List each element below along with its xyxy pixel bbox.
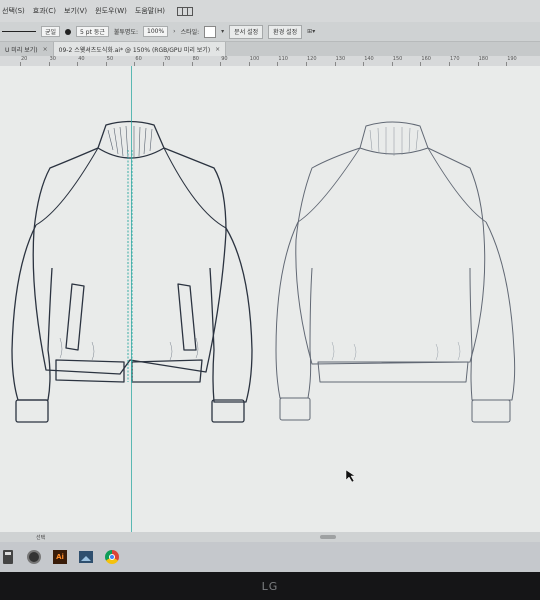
preferences-button[interactable]: 환경 설정 [268,24,303,39]
front-gathers [59,337,199,361]
jacket-flat-sketch[interactable] [0,66,540,532]
document-tab-bar: U 미리 보기) × 09-2 스웻셔츠도식화.ai* @ 150% (RGB/… [0,42,540,56]
document-setup-button[interactable]: 문서 설정 [229,24,264,39]
front-waistband-right [131,359,203,383]
tab-previous-document[interactable]: U 미리 보기) × [0,42,54,56]
close-icon[interactable]: × [43,46,48,53]
ruler-tick-label: 60 [135,56,142,62]
front-left-sleeve [11,224,53,401]
photos-icon[interactable] [26,549,42,565]
tab-active-document[interactable]: 09-2 스웻셔츠도식화.ai* @ 150% (RGB/GPU 미리 보기) … [53,42,227,56]
artboard-canvas[interactable] [0,66,540,532]
chevron-down-icon[interactable]: ▾ [221,28,224,35]
ruler-tick-label: 50 [106,56,114,62]
ruler-tick-label: 90 [221,56,228,62]
back-raglan-seam-left [297,147,361,223]
back-waistband [317,361,469,383]
back-left-sleeve [275,221,313,399]
style-swatch[interactable] [204,25,217,38]
chevron-right-icon[interactable]: › [173,28,175,35]
stroke-preview [2,31,36,32]
ruler-tick-label: 80 [192,56,199,62]
ruler-tick-label: 120 [307,56,317,62]
close-icon[interactable]: × [215,46,220,53]
back-right-sleeve [469,221,516,401]
back-jacket [275,121,516,423]
ruler-tick-label: 150 [392,56,403,62]
control-bar: 균일 5 pt 둥근 불투명도: 100% › 스타일: ▾ 문서 설정 환경 … [0,22,540,42]
back-gathers [331,341,461,361]
ruler-tick-label: 190 [507,56,517,62]
menu-window[interactable]: 윈도우(W) [95,6,127,16]
vertical-guide-line[interactable] [131,66,132,532]
workspace-switcher-icon[interactable] [176,6,193,16]
ruler-tick-label: 180 [478,56,489,62]
ruler-tick-label: 30 [49,56,56,62]
windows-taskbar: Ai [0,542,540,572]
stroke-style-select[interactable]: 균일 [41,26,61,37]
brush-dot-icon [65,28,72,35]
ruler-tick-label: 110 [278,56,288,62]
menu-select[interactable]: 선택(S) [2,6,25,16]
front-right-pocket [177,283,197,351]
front-left-cuff [15,399,49,423]
calculator-icon[interactable] [0,549,16,565]
monitor-brand-logo: LG [261,580,279,593]
chrome-icon[interactable] [104,549,120,565]
tab-label: 09-2 스웻셔츠도식화.ai* @ 150% (RGB/GPU 미리 보기) [58,46,211,54]
mouse-cursor-icon [345,469,356,483]
status-bar: 선택 [0,532,540,542]
menu-bar: 선택(S) 효과(C) 보기(V) 윈도우(W) 도움말(H) [0,0,540,22]
front-jacket [11,120,253,423]
front-body [32,147,227,375]
transform-icon[interactable]: ⊞▾ [307,28,315,35]
status-tool-label: 선택 [36,534,46,541]
style-label: 스타일: [180,29,200,36]
ruler-tick-label: 70 [164,56,171,62]
ruler-tick-label: 160 [421,56,431,62]
tab-label: U 미리 보기) [5,46,38,54]
front-raglan-seam-left [35,147,99,226]
ruler-tick-label: 140 [364,56,374,62]
ruler-tick-label: 170 [450,56,460,62]
menu-effect[interactable]: 효과(C) [33,6,56,16]
menu-help[interactable]: 도움말(H) [135,6,165,16]
back-raglan-seam-right [427,147,487,223]
opacity-input[interactable]: 100% [143,26,169,37]
front-left-pocket [65,283,85,351]
opacity-label: 불투명도: [113,29,138,36]
ruler-tick-label: 40 [78,56,85,62]
menu-view[interactable]: 보기(V) [64,6,87,16]
image-viewer-icon[interactable] [78,549,94,565]
ruler-tick-label: 130 [335,56,346,62]
back-left-cuff [279,397,311,421]
back-right-cuff [471,399,511,423]
ruler-tick-label: 100 [249,56,260,62]
ruler-tick-label: 20 [21,56,28,62]
brush-select[interactable]: 5 pt 둥근 [76,26,109,37]
front-right-cuff [211,399,245,423]
back-body [295,147,486,365]
horizontal-scrollbar[interactable] [320,535,336,539]
screen: 선택(S) 효과(C) 보기(V) 윈도우(W) 도움말(H) 균일 5 pt … [0,0,540,572]
illustrator-icon[interactable]: Ai [52,549,68,565]
